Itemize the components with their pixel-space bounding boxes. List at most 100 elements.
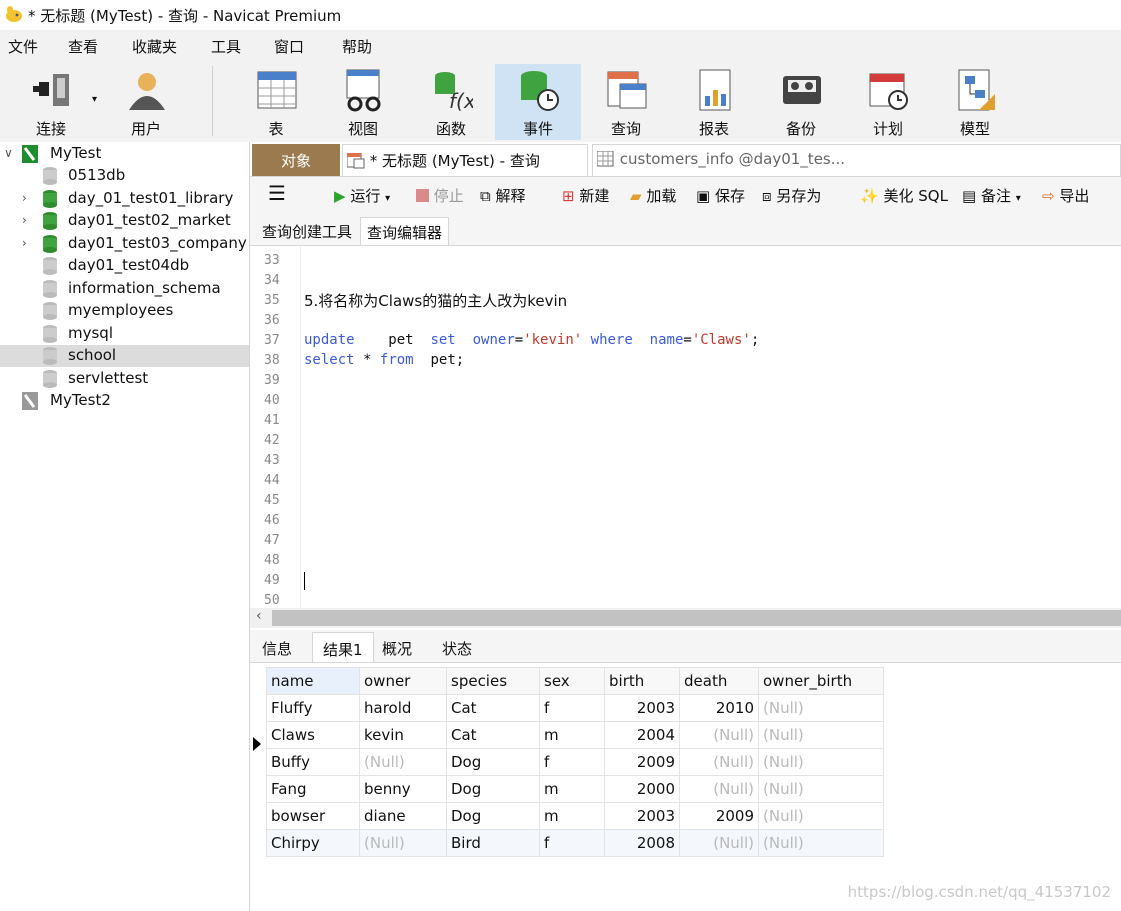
connect-button[interactable]: 连接 ▾	[8, 64, 97, 140]
save-as-button[interactable]: ⧈ 另存为	[762, 185, 821, 206]
table-cell[interactable]: harold	[359, 694, 447, 722]
tree-db-company[interactable]: › day01_test03_company	[0, 233, 249, 255]
column-header[interactable]: death	[679, 667, 759, 695]
tab-query[interactable]: * 无标题 (MyTest) - 查询	[342, 144, 588, 176]
expand-arrow-icon[interactable]: ›	[22, 213, 27, 227]
tree-db-myemployees[interactable]: myemployees	[0, 300, 249, 322]
table-cell[interactable]: Dog	[446, 748, 540, 776]
user-button[interactable]: 用户	[103, 64, 189, 140]
table-cell[interactable]: m	[539, 802, 605, 830]
tree-db-test04db[interactable]: day01_test04db	[0, 255, 249, 277]
table-cell[interactable]: (Null)	[758, 775, 884, 803]
column-header[interactable]: species	[446, 667, 540, 695]
table-cell[interactable]: (Null)	[758, 721, 884, 749]
tree-connection-mytest2[interactable]: MyTest2	[0, 390, 249, 412]
table-cell[interactable]: Dog	[446, 775, 540, 803]
column-header[interactable]: birth	[604, 667, 680, 695]
column-header[interactable]: owner	[359, 667, 447, 695]
table-row[interactable]: Chirpy (Null) Bird f 2008 (Null) (Null)	[266, 829, 884, 857]
run-button[interactable]: ▶ 运行 ▾	[334, 185, 390, 206]
menu-favorites[interactable]: 收藏夹	[132, 36, 177, 57]
table-cell[interactable]: diane	[359, 802, 447, 830]
table-cell[interactable]: (Null)	[359, 829, 447, 857]
tree-db-library[interactable]: › day_01_test01_library	[0, 188, 249, 210]
table-cell[interactable]: (Null)	[679, 748, 759, 776]
table-cell[interactable]: (Null)	[679, 775, 759, 803]
table-cell[interactable]: (Null)	[359, 748, 447, 776]
column-header[interactable]: sex	[539, 667, 605, 695]
view-button[interactable]: 视图	[320, 64, 406, 140]
load-button[interactable]: ▰ 加载	[630, 185, 676, 206]
column-header[interactable]: name	[266, 667, 360, 695]
table-cell[interactable]: 2003	[604, 802, 680, 830]
expand-arrow-icon[interactable]: ›	[22, 236, 27, 250]
table-cell[interactable]: 2009	[679, 802, 759, 830]
tree-db-mysql[interactable]: mysql	[0, 323, 249, 345]
table-cell[interactable]: (Null)	[758, 829, 884, 857]
scroll-left-icon[interactable]: ‹	[256, 608, 262, 624]
table-cell[interactable]: Chirpy	[266, 829, 360, 857]
table-cell[interactable]: Cat	[446, 694, 540, 722]
table-cell[interactable]: Cat	[446, 721, 540, 749]
table-cell[interactable]: f	[539, 829, 605, 857]
tree-connection-mytest[interactable]: ∨ MyTest	[0, 143, 249, 165]
report-button[interactable]: 报表	[671, 64, 757, 140]
tree-db-school[interactable]: school	[0, 345, 249, 367]
table-cell[interactable]: 2009	[604, 748, 680, 776]
hamburger-menu-icon[interactable]: ☰	[268, 181, 286, 205]
expand-arrow-icon[interactable]: ∨	[4, 146, 13, 160]
expand-arrow-icon[interactable]: ›	[22, 191, 27, 205]
table-cell[interactable]: Claws	[266, 721, 360, 749]
menu-help[interactable]: 帮助	[342, 36, 372, 57]
tab-customers-info[interactable]: customers_info @day01_tes...	[592, 144, 1121, 176]
table-cell[interactable]: (Null)	[679, 721, 759, 749]
menu-view[interactable]: 查看	[68, 36, 98, 57]
tab-result1[interactable]: 结果1	[312, 632, 374, 662]
table-cell[interactable]: bowser	[266, 802, 360, 830]
table-row[interactable]: Buffy (Null) Dog f 2009 (Null) (Null)	[266, 748, 884, 776]
table-cell[interactable]: Fang	[266, 775, 360, 803]
table-cell[interactable]: 2003	[604, 694, 680, 722]
table-cell[interactable]: benny	[359, 775, 447, 803]
column-header[interactable]: owner_birth	[758, 667, 884, 695]
table-cell[interactable]: Dog	[446, 802, 540, 830]
table-cell[interactable]: Buffy	[266, 748, 360, 776]
table-button[interactable]: 表	[233, 64, 319, 140]
event-button[interactable]: 事件	[495, 64, 581, 140]
table-cell[interactable]: 2004	[604, 721, 680, 749]
tab-query-editor[interactable]: 查询编辑器	[360, 217, 450, 245]
table-cell[interactable]: (Null)	[758, 802, 884, 830]
table-cell[interactable]: m	[539, 721, 605, 749]
save-button[interactable]: ▣ 保存	[696, 185, 745, 206]
tree-db-information-schema[interactable]: information_schema	[0, 278, 249, 300]
tab-objects[interactable]: 对象	[252, 144, 340, 176]
tree-db-0513db[interactable]: 0513db	[0, 165, 249, 187]
stop-button[interactable]: 停止	[416, 185, 464, 206]
table-cell[interactable]: kevin	[359, 721, 447, 749]
table-cell[interactable]: f	[539, 694, 605, 722]
tab-status[interactable]: 状态	[432, 632, 482, 662]
backup-button[interactable]: 备份	[758, 64, 844, 140]
menu-window[interactable]: 窗口	[274, 36, 304, 57]
explain-button[interactable]: ⧉ 解释	[480, 185, 526, 206]
table-row[interactable]: Fluffy harold Cat f 2003 2010 (Null)	[266, 694, 884, 722]
schedule-button[interactable]: 计划	[845, 64, 931, 140]
table-row[interactable]: Fang benny Dog m 2000 (Null) (Null)	[266, 775, 884, 803]
scrollbar-thumb[interactable]	[272, 610, 1121, 626]
table-row[interactable]: Claws kevin Cat m 2004 (Null) (Null)	[266, 721, 884, 749]
beautify-sql-button[interactable]: ✨ 美化 SQL	[860, 185, 948, 206]
table-cell[interactable]: 2000	[604, 775, 680, 803]
model-button[interactable]: 模型	[932, 64, 1018, 140]
table-cell[interactable]: Fluffy	[266, 694, 360, 722]
connect-dropdown-icon[interactable]: ▾	[92, 94, 97, 105]
tree-db-market[interactable]: › day01_test02_market	[0, 210, 249, 232]
menu-file[interactable]: 文件	[8, 36, 38, 57]
query-button[interactable]: 查询	[583, 64, 669, 140]
table-cell[interactable]: (Null)	[758, 694, 884, 722]
comment-dropdown-icon[interactable]: ▾	[1016, 193, 1021, 204]
sql-editor[interactable]: 33 34 35 36 37 38 39 40 41 42 43 44 45 46 47 48 49 50 5.将…	[250, 246, 1121, 608]
table-cell[interactable]: 2010	[679, 694, 759, 722]
tab-query-builder[interactable]: 查询创建工具	[256, 217, 358, 245]
editor-horizontal-scrollbar[interactable]: ‹	[250, 608, 1121, 628]
table-cell[interactable]: (Null)	[758, 748, 884, 776]
